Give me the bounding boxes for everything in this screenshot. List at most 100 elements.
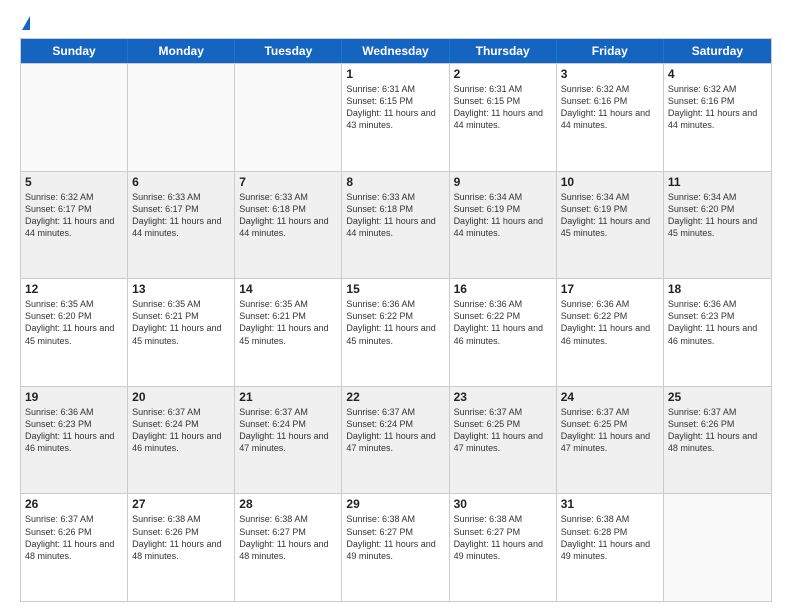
day-info: Sunrise: 6:31 AM Sunset: 6:15 PM Dayligh…	[454, 83, 552, 132]
day-info: Sunrise: 6:35 AM Sunset: 6:21 PM Dayligh…	[239, 298, 337, 347]
day-number: 30	[454, 497, 552, 511]
calendar-day-4: 4 Sunrise: 6:32 AM Sunset: 6:16 PM Daylig…	[664, 64, 771, 171]
day-number: 6	[132, 175, 230, 189]
day-info: Sunrise: 6:32 AM Sunset: 6:17 PM Dayligh…	[25, 191, 123, 240]
day-info: Sunrise: 6:38 AM Sunset: 6:27 PM Dayligh…	[454, 513, 552, 562]
calendar-header: SundayMondayTuesdayWednesdayThursdayFrid…	[21, 39, 771, 63]
calendar-day-empty	[664, 494, 771, 601]
calendar-day-27: 27 Sunrise: 6:38 AM Sunset: 6:26 PM Dayli…	[128, 494, 235, 601]
day-info: Sunrise: 6:32 AM Sunset: 6:16 PM Dayligh…	[561, 83, 659, 132]
day-number: 19	[25, 390, 123, 404]
day-info: Sunrise: 6:36 AM Sunset: 6:22 PM Dayligh…	[346, 298, 444, 347]
calendar-day-21: 21 Sunrise: 6:37 AM Sunset: 6:24 PM Dayli…	[235, 387, 342, 494]
header	[20, 16, 772, 30]
calendar-day-22: 22 Sunrise: 6:37 AM Sunset: 6:24 PM Dayli…	[342, 387, 449, 494]
day-header-wednesday: Wednesday	[342, 39, 449, 63]
calendar-day-empty	[128, 64, 235, 171]
day-header-thursday: Thursday	[450, 39, 557, 63]
logo-icon	[22, 16, 30, 30]
day-info: Sunrise: 6:36 AM Sunset: 6:22 PM Dayligh…	[561, 298, 659, 347]
calendar-week-3: 12Sunrise: 6:35 AM Sunset: 6:20 PM Dayli…	[21, 278, 771, 386]
calendar-day-2: 2 Sunrise: 6:31 AM Sunset: 6:15 PM Daylig…	[450, 64, 557, 171]
day-number: 16	[454, 282, 552, 296]
day-number: 29	[346, 497, 444, 511]
day-number: 7	[239, 175, 337, 189]
day-number: 3	[561, 67, 659, 81]
day-info: Sunrise: 6:35 AM Sunset: 6:20 PM Dayligh…	[25, 298, 123, 347]
calendar-day-7: 7 Sunrise: 6:33 AM Sunset: 6:18 PM Daylig…	[235, 172, 342, 279]
day-number: 28	[239, 497, 337, 511]
calendar-day-18: 18 Sunrise: 6:36 AM Sunset: 6:23 PM Dayli…	[664, 279, 771, 386]
calendar: SundayMondayTuesdayWednesdayThursdayFrid…	[20, 38, 772, 602]
day-number: 8	[346, 175, 444, 189]
day-info: Sunrise: 6:32 AM Sunset: 6:16 PM Dayligh…	[668, 83, 767, 132]
day-number: 2	[454, 67, 552, 81]
day-number: 10	[561, 175, 659, 189]
day-number: 26	[25, 497, 123, 511]
day-number: 23	[454, 390, 552, 404]
day-number: 11	[668, 175, 767, 189]
day-info: Sunrise: 6:37 AM Sunset: 6:24 PM Dayligh…	[346, 406, 444, 455]
day-number: 4	[668, 67, 767, 81]
calendar-day-6: 6 Sunrise: 6:33 AM Sunset: 6:17 PM Daylig…	[128, 172, 235, 279]
day-info: Sunrise: 6:37 AM Sunset: 6:26 PM Dayligh…	[668, 406, 767, 455]
day-header-friday: Friday	[557, 39, 664, 63]
calendar-day-19: 19 Sunrise: 6:36 AM Sunset: 6:23 PM Dayli…	[21, 387, 128, 494]
calendar-day-8: 8Sunrise: 6:33 AM Sunset: 6:18 PM Daylig…	[342, 172, 449, 279]
day-header-saturday: Saturday	[664, 39, 771, 63]
calendar-week-4: 19 Sunrise: 6:36 AM Sunset: 6:23 PM Dayli…	[21, 386, 771, 494]
day-number: 14	[239, 282, 337, 296]
day-number: 24	[561, 390, 659, 404]
calendar-body: 1 Sunrise: 6:31 AM Sunset: 6:15 PM Daylig…	[21, 63, 771, 601]
day-header-monday: Monday	[128, 39, 235, 63]
day-info: Sunrise: 6:31 AM Sunset: 6:15 PM Dayligh…	[346, 83, 444, 132]
day-info: Sunrise: 6:34 AM Sunset: 6:19 PM Dayligh…	[561, 191, 659, 240]
calendar-day-29: 29 Sunrise: 6:38 AM Sunset: 6:27 PM Dayli…	[342, 494, 449, 601]
day-header-tuesday: Tuesday	[235, 39, 342, 63]
page: SundayMondayTuesdayWednesdayThursdayFrid…	[0, 0, 792, 612]
day-info: Sunrise: 6:36 AM Sunset: 6:22 PM Dayligh…	[454, 298, 552, 347]
calendar-day-17: 17 Sunrise: 6:36 AM Sunset: 6:22 PM Dayli…	[557, 279, 664, 386]
day-info: Sunrise: 6:37 AM Sunset: 6:24 PM Dayligh…	[239, 406, 337, 455]
day-number: 15	[346, 282, 444, 296]
day-number: 20	[132, 390, 230, 404]
day-number: 13	[132, 282, 230, 296]
day-info: Sunrise: 6:33 AM Sunset: 6:17 PM Dayligh…	[132, 191, 230, 240]
calendar-week-5: 26 Sunrise: 6:37 AM Sunset: 6:26 PM Dayli…	[21, 493, 771, 601]
calendar-day-1: 1 Sunrise: 6:31 AM Sunset: 6:15 PM Daylig…	[342, 64, 449, 171]
calendar-day-3: 3 Sunrise: 6:32 AM Sunset: 6:16 PM Daylig…	[557, 64, 664, 171]
day-info: Sunrise: 6:33 AM Sunset: 6:18 PM Dayligh…	[239, 191, 337, 240]
day-info: Sunrise: 6:38 AM Sunset: 6:27 PM Dayligh…	[239, 513, 337, 562]
calendar-day-5: 5Sunrise: 6:32 AM Sunset: 6:17 PM Daylig…	[21, 172, 128, 279]
day-info: Sunrise: 6:35 AM Sunset: 6:21 PM Dayligh…	[132, 298, 230, 347]
day-number: 21	[239, 390, 337, 404]
calendar-day-15: 15 Sunrise: 6:36 AM Sunset: 6:22 PM Dayli…	[342, 279, 449, 386]
day-number: 27	[132, 497, 230, 511]
calendar-day-31: 31Sunrise: 6:38 AM Sunset: 6:28 PM Dayli…	[557, 494, 664, 601]
calendar-day-26: 26 Sunrise: 6:37 AM Sunset: 6:26 PM Dayli…	[21, 494, 128, 601]
day-header-sunday: Sunday	[21, 39, 128, 63]
day-info: Sunrise: 6:37 AM Sunset: 6:26 PM Dayligh…	[25, 513, 123, 562]
calendar-day-empty	[21, 64, 128, 171]
day-info: Sunrise: 6:36 AM Sunset: 6:23 PM Dayligh…	[668, 298, 767, 347]
day-number: 18	[668, 282, 767, 296]
day-info: Sunrise: 6:38 AM Sunset: 6:26 PM Dayligh…	[132, 513, 230, 562]
calendar-day-9: 9Sunrise: 6:34 AM Sunset: 6:19 PM Daylig…	[450, 172, 557, 279]
day-info: Sunrise: 6:34 AM Sunset: 6:20 PM Dayligh…	[668, 191, 767, 240]
day-info: Sunrise: 6:34 AM Sunset: 6:19 PM Dayligh…	[454, 191, 552, 240]
day-number: 17	[561, 282, 659, 296]
day-number: 1	[346, 67, 444, 81]
calendar-day-28: 28 Sunrise: 6:38 AM Sunset: 6:27 PM Dayli…	[235, 494, 342, 601]
day-number: 25	[668, 390, 767, 404]
day-info: Sunrise: 6:36 AM Sunset: 6:23 PM Dayligh…	[25, 406, 123, 455]
day-info: Sunrise: 6:37 AM Sunset: 6:25 PM Dayligh…	[561, 406, 659, 455]
calendar-day-10: 10 Sunrise: 6:34 AM Sunset: 6:19 PM Dayli…	[557, 172, 664, 279]
calendar-day-14: 14 Sunrise: 6:35 AM Sunset: 6:21 PM Dayli…	[235, 279, 342, 386]
calendar-day-13: 13 Sunrise: 6:35 AM Sunset: 6:21 PM Dayli…	[128, 279, 235, 386]
day-info: Sunrise: 6:38 AM Sunset: 6:27 PM Dayligh…	[346, 513, 444, 562]
day-info: Sunrise: 6:37 AM Sunset: 6:25 PM Dayligh…	[454, 406, 552, 455]
day-number: 22	[346, 390, 444, 404]
calendar-day-23: 23 Sunrise: 6:37 AM Sunset: 6:25 PM Dayli…	[450, 387, 557, 494]
calendar-day-16: 16 Sunrise: 6:36 AM Sunset: 6:22 PM Dayli…	[450, 279, 557, 386]
calendar-day-empty	[235, 64, 342, 171]
